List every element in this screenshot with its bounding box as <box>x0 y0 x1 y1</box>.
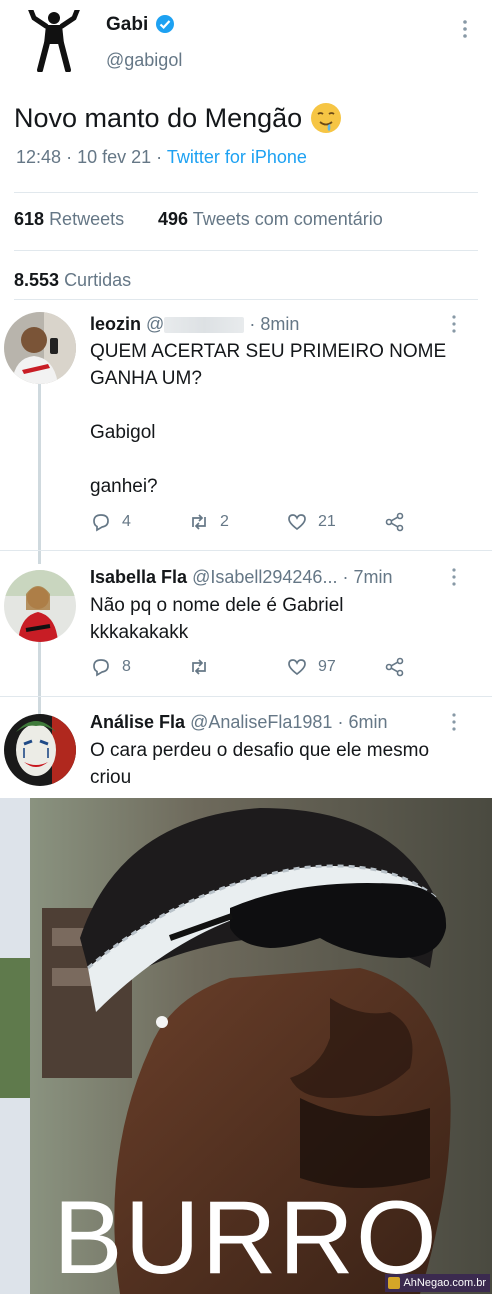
retweets-label: Retweets <box>49 209 125 229</box>
like-count: 97 <box>318 658 336 675</box>
reply-action[interactable]: 4 <box>90 511 131 533</box>
divider <box>14 192 478 193</box>
meta-separator: · <box>66 147 73 167</box>
retweet-count: 2 <box>220 513 229 530</box>
reply-author-handle[interactable]: @Isabell294246... <box>192 567 337 587</box>
reply-icon <box>93 659 109 677</box>
reply-author-handle[interactable]: @AnaliseFla1981 <box>190 712 332 732</box>
reply-line: O cara perdeu o desafio que ele mesmo <box>90 740 430 761</box>
divider <box>0 550 492 551</box>
reply-line: GANHA UM? <box>90 368 202 389</box>
reply-count: 8 <box>122 658 131 675</box>
retweet-icon <box>192 514 206 530</box>
reply-header: leozin @ · 8min <box>90 314 299 335</box>
reply-author-handle[interactable]: @ <box>146 314 245 334</box>
share-icon <box>385 512 404 532</box>
reply-text: O cara perdeu o desafio que ele mesmo cr… <box>90 737 429 791</box>
reply-text: Não pq o nome dele é Gabriel kkkakakakk <box>90 592 344 646</box>
reply-author-name[interactable]: Isabella Fla <box>90 567 187 587</box>
tweet-source-link[interactable]: Twitter for iPhone <box>167 147 307 167</box>
likes-label: Curtidas <box>64 270 132 290</box>
reply-line-blank <box>90 446 446 473</box>
author-name[interactable]: Gabi <box>106 14 148 36</box>
tweet-meta: 12:48 · 10 fev 21 · Twitter for iPhone <box>16 147 307 168</box>
reply-time: · 6min <box>337 712 388 732</box>
more-options-icon[interactable] <box>450 314 458 334</box>
reply-line: criou <box>90 767 132 788</box>
share-icon <box>385 657 404 677</box>
more-options-icon[interactable] <box>450 712 458 732</box>
retweet-action[interactable]: 2 <box>188 511 229 533</box>
like-action[interactable]: 97 <box>286 656 336 678</box>
reply-avatar[interactable] <box>4 312 76 384</box>
likes-stat[interactable]: 8.553 Curtidas <box>14 270 131 291</box>
reply-time: · 7min <box>342 567 393 587</box>
thread-line <box>38 384 41 564</box>
more-options-icon[interactable] <box>458 18 472 40</box>
share-action[interactable] <box>384 656 406 678</box>
retweets-stat[interactable]: 618 Retweets <box>14 209 124 230</box>
reply-header: Análise Fla @AnaliseFla1981 · 6min <box>90 712 387 733</box>
reply-icon <box>93 514 109 532</box>
divider <box>14 299 478 300</box>
reply-line-blank <box>90 392 446 419</box>
quotes-label: Tweets com comentário <box>192 209 383 229</box>
reply-time: · 8min <box>249 314 300 334</box>
share-action[interactable] <box>384 511 406 533</box>
reply-line: Não pq o nome dele é Gabriel <box>90 595 344 616</box>
watermark: AhNegao.com.br <box>385 1274 490 1292</box>
reply-header: Isabella Fla @Isabell294246... · 7min <box>90 567 392 588</box>
author-handle[interactable]: @gabigol <box>106 50 182 71</box>
reply-author-name[interactable]: Análise Fla <box>90 712 185 732</box>
tweet-time: 12:48 <box>16 147 62 167</box>
reply-actions: 4 2 21 <box>90 511 420 537</box>
divider <box>0 696 492 697</box>
reply-line: kkkakakakk <box>90 622 189 643</box>
heart-icon <box>288 514 306 531</box>
main-tweet: Gabi @gabigol Novo manto do Mengão 12:48… <box>0 0 492 300</box>
tweet-body: Novo manto do Mengão <box>14 102 303 133</box>
reply-count: 4 <box>122 513 131 530</box>
retweet-action[interactable] <box>188 656 220 678</box>
verified-badge-icon <box>156 15 174 33</box>
more-options-icon[interactable] <box>450 567 458 587</box>
watermark-logo-icon <box>388 1277 401 1289</box>
quotes-stat[interactable]: 496 Tweets com comentário <box>158 209 383 230</box>
divider <box>14 250 478 251</box>
reply-author-name[interactable]: leozin <box>90 314 141 334</box>
reply-action[interactable]: 8 <box>90 656 131 678</box>
reply-line: QUEM ACERTAR SEU PRIMEIRO NOME <box>90 341 447 362</box>
like-count: 21 <box>318 513 336 530</box>
drooling-face-emoji-icon <box>311 103 342 133</box>
tweet-date: 10 fev 21 <box>77 147 152 167</box>
meta-separator: · <box>156 147 163 167</box>
like-action[interactable]: 21 <box>286 511 336 533</box>
meme-image: BURRO AhNegao.com.br <box>0 798 492 1294</box>
heart-icon <box>288 659 306 676</box>
likes-count: 8.553 <box>14 270 60 290</box>
redacted-handle <box>164 317 245 334</box>
reply-actions: 8 97 <box>90 656 420 682</box>
thread-line <box>38 642 41 714</box>
reply-line: Gabigol <box>90 422 156 443</box>
reply-avatar[interactable] <box>4 570 76 642</box>
quotes-count: 496 <box>158 209 189 229</box>
watermark-text: AhNegao.com.br <box>403 1277 486 1289</box>
tweet-text: Novo manto do Mengão <box>14 102 342 134</box>
author-avatar[interactable] <box>24 10 84 72</box>
reply-line: ganhei? <box>90 476 158 497</box>
retweet-icon <box>192 659 206 675</box>
reply-avatar[interactable] <box>4 714 76 786</box>
reply-text: QUEM ACERTAR SEU PRIMEIRO NOME GANHA UM?… <box>90 338 446 500</box>
retweets-count: 618 <box>14 209 45 229</box>
